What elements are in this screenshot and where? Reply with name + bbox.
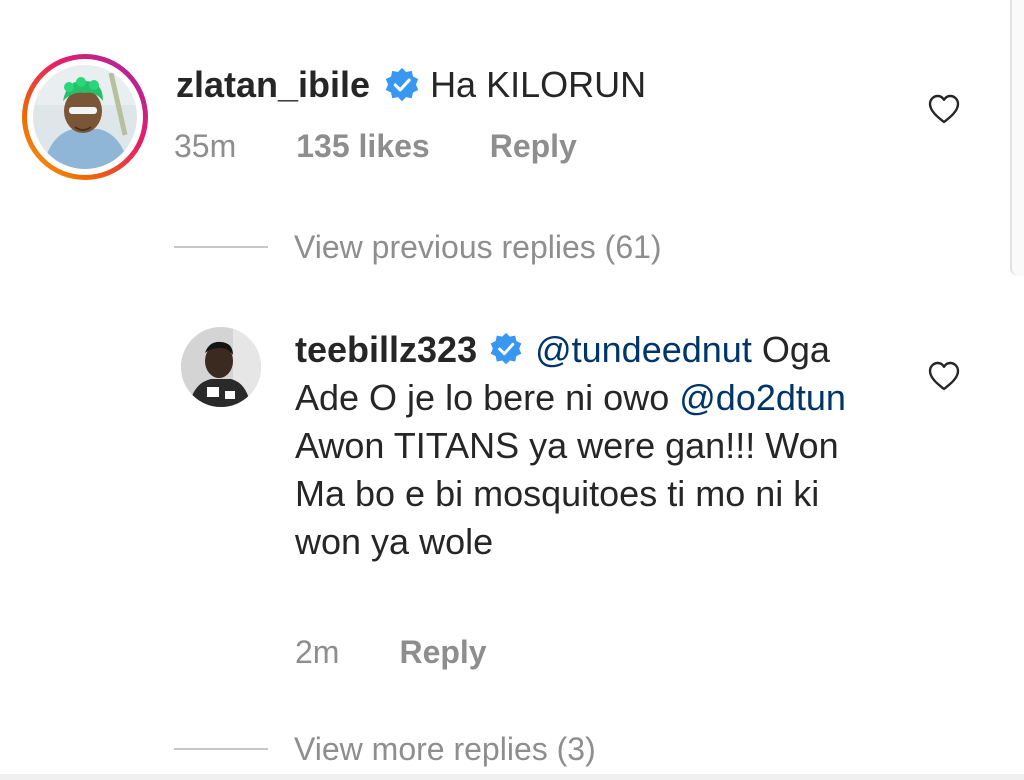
bottom-edge — [0, 774, 1024, 780]
verified-badge-icon — [490, 332, 522, 365]
mention-link[interactable]: @do2dtun — [679, 377, 846, 418]
reply-text: Awon TITANS ya were gan!!! Won Ma bo e b… — [295, 425, 839, 562]
comment-meta: 35m 135 likes Reply — [174, 124, 577, 168]
mention-link[interactable]: @tundeednut — [535, 329, 752, 370]
replies-dash — [174, 748, 268, 750]
view-previous-replies[interactable]: View previous replies (61) — [174, 224, 662, 270]
scroll-edge — [1010, 0, 1024, 276]
reply-username[interactable]: teebillz323 — [295, 329, 477, 370]
comment-username[interactable]: zlatan_ibile — [176, 60, 370, 110]
view-more-replies[interactable]: View more replies (3) — [174, 726, 596, 772]
reply-time: 2m — [295, 633, 340, 670]
verified-badge-icon — [385, 67, 419, 102]
heart-outline-icon[interactable] — [927, 360, 961, 392]
view-previous-replies-label: View previous replies (61) — [294, 228, 662, 265]
comment-line: zlatan_ibile Ha KILORUN — [176, 60, 646, 110]
reply-button[interactable]: Reply — [399, 634, 486, 671]
reply-avatar[interactable] — [181, 327, 261, 407]
replies-dash — [174, 246, 268, 248]
likes-count[interactable]: 135 likes — [296, 128, 429, 165]
reply-meta: 2m Reply — [295, 630, 487, 674]
reply-button[interactable]: Reply — [490, 128, 577, 165]
avatar[interactable] — [33, 65, 137, 169]
heart-outline-icon[interactable] — [927, 93, 961, 125]
comment-text: Ha KILORUN — [430, 64, 647, 105]
comment-time: 35m — [174, 127, 237, 164]
comments-screen: zlatan_ibile Ha KILORUN 35m 135 likes Re… — [0, 0, 1024, 780]
reply-comment: teebillz323 @tundeednut Oga Ade O je lo … — [295, 326, 855, 566]
view-more-replies-label: View more replies (3) — [294, 730, 596, 767]
